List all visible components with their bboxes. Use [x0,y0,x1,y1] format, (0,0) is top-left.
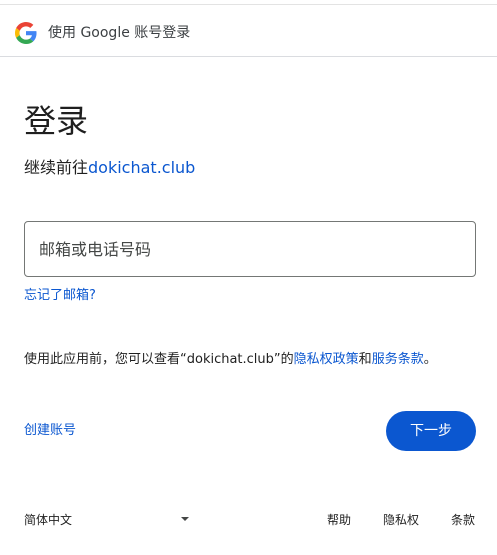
page-title: 登录 [24,102,89,140]
terms-link[interactable]: 条款 [451,510,475,530]
email-field[interactable] [24,221,476,277]
notice-suffix: 。 [423,352,437,367]
header-title: 使用 Google 账号登录 [48,25,191,41]
page-subtitle: 继续前往dokichat.club [24,157,195,179]
header-bar: 使用 Google 账号登录 [0,5,497,57]
help-link[interactable]: 帮助 [327,510,351,530]
forgot-email-link[interactable]: 忘记了邮箱? [24,287,96,305]
consent-notice: 使用此应用前，您可以查看“dokichat.club”的隐私权政策和服务条款。 [24,350,437,370]
language-label: 简体中文 [24,513,73,527]
next-button[interactable]: 下一步 [386,411,476,451]
privacy-policy-link[interactable]: 隐私权政策 [294,352,359,367]
privacy-link[interactable]: 隐私权 [383,510,419,530]
notice-prefix: 使用此应用前，您可以查看“dokichat.club”的 [24,352,294,367]
google-g-logo-icon [15,22,37,44]
notice-and: 和 [358,352,372,367]
subtitle-prefix: 继续前往 [24,158,89,177]
terms-of-service-link[interactable]: 服务条款 [372,352,424,367]
footer: 简体中文 帮助 隐私权 条款 [0,508,497,532]
dropdown-caret-icon[interactable] [181,517,189,521]
create-account-link[interactable]: 创建账号 [24,422,76,440]
language-select[interactable]: 简体中文 [24,510,194,530]
subtitle-site: dokichat.club [88,158,196,177]
email-input[interactable] [25,222,475,276]
